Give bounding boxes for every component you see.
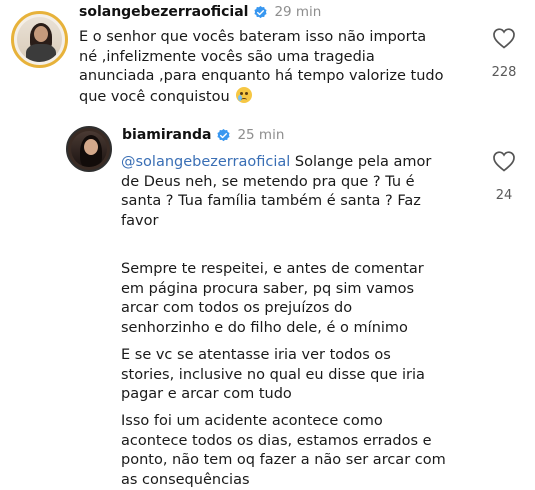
comment-line-with-emoji: que você conquistou (79, 87, 444, 108)
comment-line: arcar com todos os prejuízos do (121, 299, 424, 319)
comment-line: acontece todos os dias, estamos errados … (121, 432, 446, 452)
comment-line-rest: Solange pela amor (290, 154, 431, 170)
comment-line: favor (121, 212, 431, 232)
crying-face-icon (236, 87, 252, 103)
comment-paragraph: Sempre te respeitei, e antes de comentar… (121, 260, 424, 338)
comment-paragraph: E se vc se atentasse iria ver todos os s… (121, 346, 425, 405)
comment-line: ponto, não tem oq fazer a não ser arcar … (121, 451, 446, 471)
comment-line: anunciada ,para enquanto há tempo valori… (79, 67, 444, 87)
comment-header: biamiranda 25 min (122, 127, 284, 143)
comment-line: Isso foi um acidente acontece como (121, 412, 446, 432)
verified-badge-icon (253, 5, 268, 20)
comment-line: as consequências (121, 471, 446, 490)
avatar[interactable] (11, 11, 68, 68)
comment-line: em página procura saber, pq sim vamos (121, 280, 424, 300)
username[interactable]: biamiranda (122, 127, 211, 143)
comment-line: @solangebezerraoficial Solange pela amor (121, 153, 431, 173)
comment-text: E o senhor que vocês bateram isso não im… (79, 28, 444, 107)
comment-line: que você conquistou (79, 89, 230, 105)
mention-link[interactable]: @solangebezerraoficial (121, 154, 290, 170)
comment-line: E se vc se atentasse iria ver todos os (121, 346, 425, 366)
comment-line: Sempre te respeitei, e antes de comentar (121, 260, 424, 280)
comment-line: santa ? Tua família também é santa ? Faz (121, 192, 431, 212)
heart-icon[interactable] (492, 27, 516, 49)
comment-line: né ,infelizmente vocês são uma tragedia (79, 48, 444, 68)
like-count: 24 (484, 188, 524, 203)
comment-time: 29 min (274, 4, 321, 20)
comment-time: 25 min (237, 127, 284, 143)
comment-text: @solangebezerraoficial Solange pela amor… (121, 153, 431, 231)
comment-line: de Deus neh, se metendo pra que ? Tu é (121, 173, 431, 193)
like-count: 228 (484, 65, 524, 80)
verified-badge-icon (216, 128, 231, 143)
comment-header: solangebezerraoficial 29 min (79, 4, 321, 20)
comment-line: E o senhor que vocês bateram isso não im… (79, 28, 444, 48)
avatar[interactable] (66, 126, 112, 172)
comment-line: stories, inclusive no qual eu disse que … (121, 366, 425, 386)
comment-line: senhorzinho e do filho dele, é o mínimo (121, 319, 424, 339)
like-block: 228 (484, 27, 524, 80)
heart-icon[interactable] (492, 150, 516, 172)
like-block: 24 (484, 150, 524, 203)
comment-paragraph: Isso foi um acidente acontece como acont… (121, 412, 446, 490)
comment-line: pagar e arcar com tudo (121, 385, 425, 405)
username[interactable]: solangebezerraoficial (79, 4, 248, 20)
